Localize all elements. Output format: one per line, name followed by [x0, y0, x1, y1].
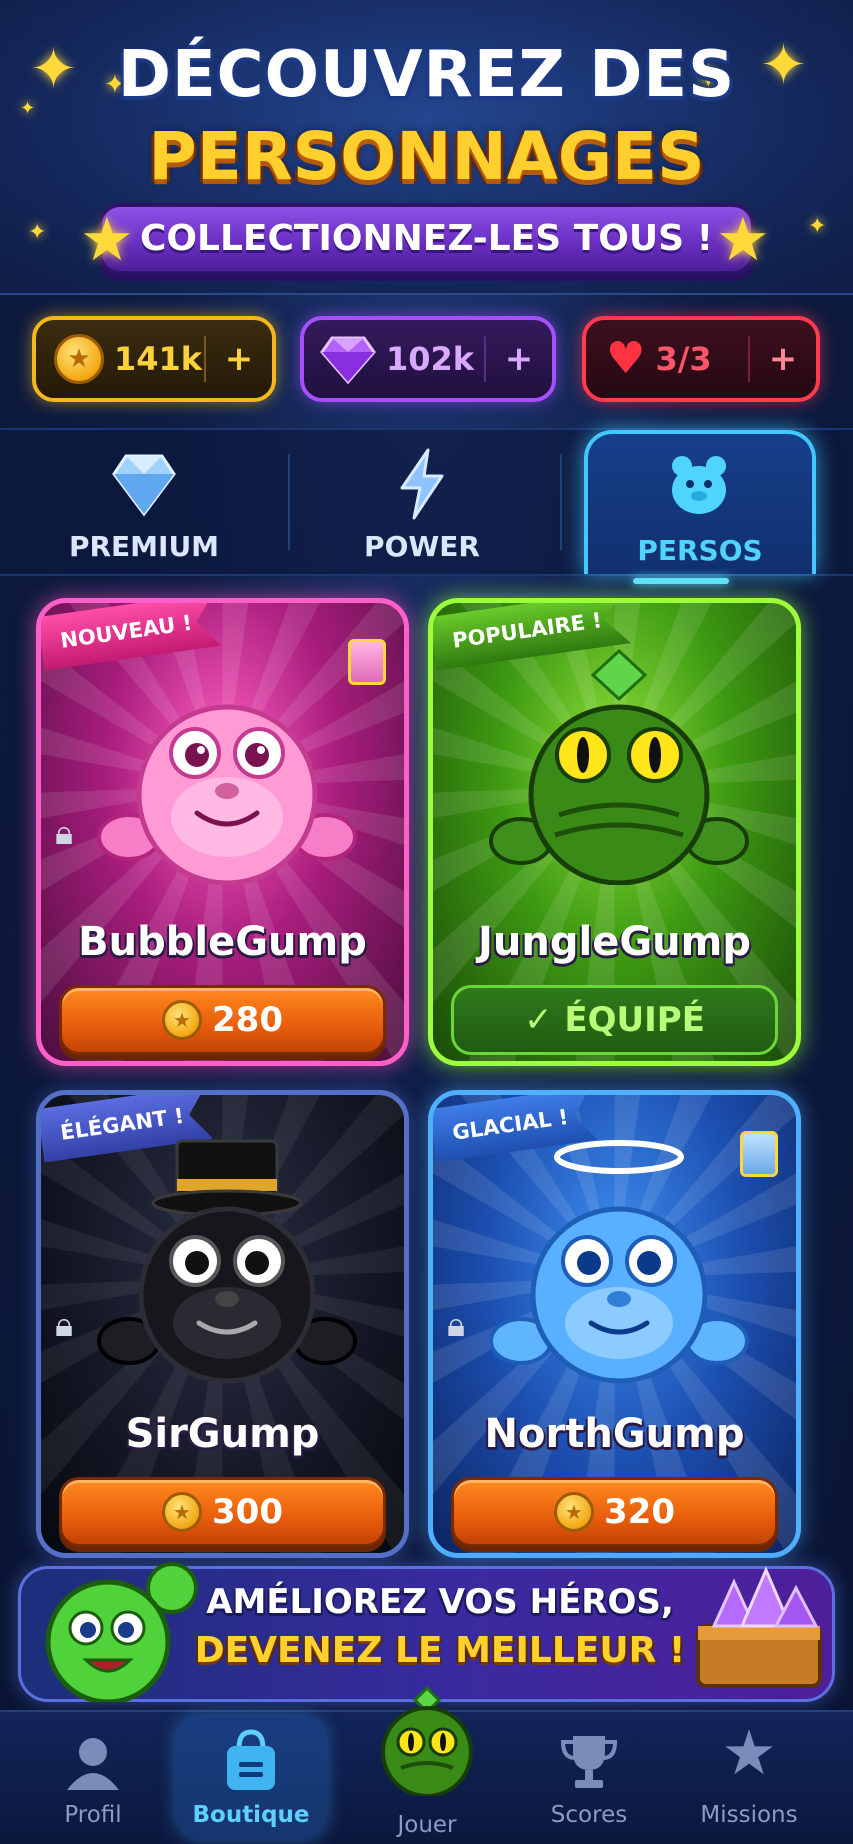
lock-icon: 🔒︎: [447, 1305, 466, 1345]
coin-icon: ★: [54, 334, 104, 384]
coin-icon: ★: [554, 1492, 594, 1532]
add-gems-button[interactable]: +: [486, 339, 552, 379]
tab-label: PERSOS: [637, 534, 763, 567]
nav-label: Boutique: [192, 1802, 310, 1828]
nav-missions[interactable]: ★ Missions: [674, 1716, 824, 1840]
lightning-icon: [400, 448, 444, 520]
character-name: JungleGump: [478, 919, 751, 965]
nav-profil[interactable]: Profil: [18, 1716, 168, 1840]
price-label: 320: [604, 1492, 675, 1532]
gems-counter[interactable]: 102k +: [300, 316, 556, 402]
nav-label: Scores: [550, 1802, 628, 1828]
lock-icon: 🔒︎: [55, 1305, 74, 1345]
junglegump-character-image: [489, 648, 749, 885]
equipped-label: ✓ ÉQUIPÉ: [524, 1000, 705, 1040]
buy-button-bubblegump[interactable]: ★ 280: [59, 985, 386, 1055]
sirgump-character-image: [97, 1139, 357, 1384]
tab-label: POWER: [364, 530, 480, 563]
lives-counter[interactable]: ♥ 3/3 +: [582, 316, 820, 402]
character-icon: [672, 456, 726, 514]
character-name: SirGump: [125, 1411, 320, 1457]
rank-icon: [348, 639, 386, 685]
tab-premium[interactable]: PREMIUM: [4, 430, 284, 574]
equipped-button-junglegump[interactable]: ✓ ÉQUIPÉ: [451, 985, 778, 1055]
nav-jouer[interactable]: Jouer: [352, 1685, 502, 1840]
active-tab-indicator: [633, 578, 729, 584]
green-mascot-icon: [45, 1562, 198, 1702]
heart-icon: ♥: [606, 333, 646, 384]
buy-button-sirgump[interactable]: ★ 300: [59, 1477, 386, 1547]
coins-counter[interactable]: ★ 141k +: [32, 316, 276, 402]
nav-boutique[interactable]: Boutique: [176, 1716, 326, 1840]
tab-power[interactable]: POWER: [282, 430, 562, 574]
gems-value: 102k: [386, 340, 475, 378]
lock-icon: 🔒︎: [55, 813, 74, 853]
profile-icon: [67, 1738, 119, 1790]
banner-line1: AMÉLIOREZ VOS HÉROS,: [206, 1582, 674, 1622]
add-lives-button[interactable]: +: [750, 339, 816, 379]
nav-label: Jouer: [397, 1812, 457, 1838]
price-label: 300: [212, 1492, 283, 1532]
character-card-bubblegump[interactable]: NOUVEAU ! 🔒︎ BubbleGump ★ 280: [36, 598, 409, 1066]
banner-line2: DEVENEZ LE MEILLEUR !: [194, 1630, 686, 1671]
lives-value: 3/3: [655, 340, 712, 378]
bubblegump-character-image: [97, 704, 357, 885]
character-card-sirgump[interactable]: ÉLÉGANT ! 🔒︎ SirGump ★ 300: [36, 1090, 409, 1558]
price-label: 280: [212, 1000, 283, 1040]
character-name: NorthGump: [484, 1411, 745, 1457]
coin-icon: ★: [162, 1492, 202, 1532]
diamond-icon: [112, 454, 176, 517]
character-name: BubbleGump: [78, 919, 367, 965]
nav-scores[interactable]: Scores: [514, 1716, 664, 1840]
add-coins-button[interactable]: +: [206, 339, 272, 379]
northgump-character-image: [489, 1140, 749, 1384]
gem-icon: [320, 336, 376, 384]
tab-persos[interactable]: PERSOS: [584, 430, 816, 574]
buy-button-northgump[interactable]: ★ 320: [451, 1477, 778, 1547]
coin-icon: ★: [162, 1000, 202, 1040]
character-card-junglegump[interactable]: POPULAIRE ! JungleGump ✓ ÉQUIPÉ: [428, 598, 801, 1066]
character-card-northgump[interactable]: GLACIAL ! 🔒︎ NorthGump ★ 320: [428, 1090, 801, 1558]
play-character-icon: [381, 1685, 473, 1796]
coins-value: 141k: [114, 340, 203, 378]
trophy-icon: [560, 1736, 618, 1788]
page-title-line1: DÉCOUVREZ DES: [117, 38, 736, 112]
tab-label: PREMIUM: [68, 530, 220, 563]
nav-label: Missions: [700, 1802, 798, 1828]
star-icon: ★: [721, 1716, 777, 1789]
page-subtitle: COLLECTIONNEZ-LES TOUS !: [140, 218, 713, 259]
nav-label: Profil: [64, 1802, 122, 1828]
gem-chest-icon: [696, 1566, 822, 1688]
shop-bag-icon: [227, 1729, 275, 1790]
